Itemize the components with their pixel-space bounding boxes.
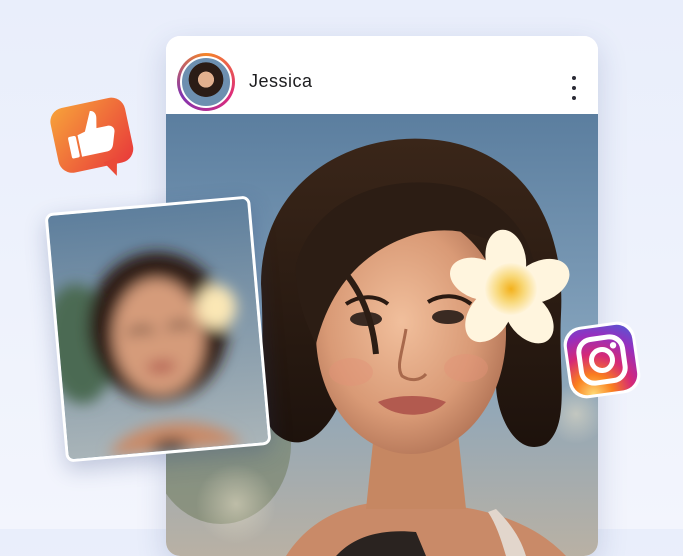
avatar-ring[interactable] <box>177 53 235 111</box>
post-header: Jessica <box>166 36 598 114</box>
thumbs-up-icon <box>46 94 140 184</box>
post-username[interactable]: Jessica <box>249 71 313 92</box>
avatar[interactable] <box>180 56 232 108</box>
more-options-icon[interactable] <box>568 76 580 100</box>
blurred-photo-card[interactable] <box>44 195 272 463</box>
instagram-icon <box>560 318 644 402</box>
